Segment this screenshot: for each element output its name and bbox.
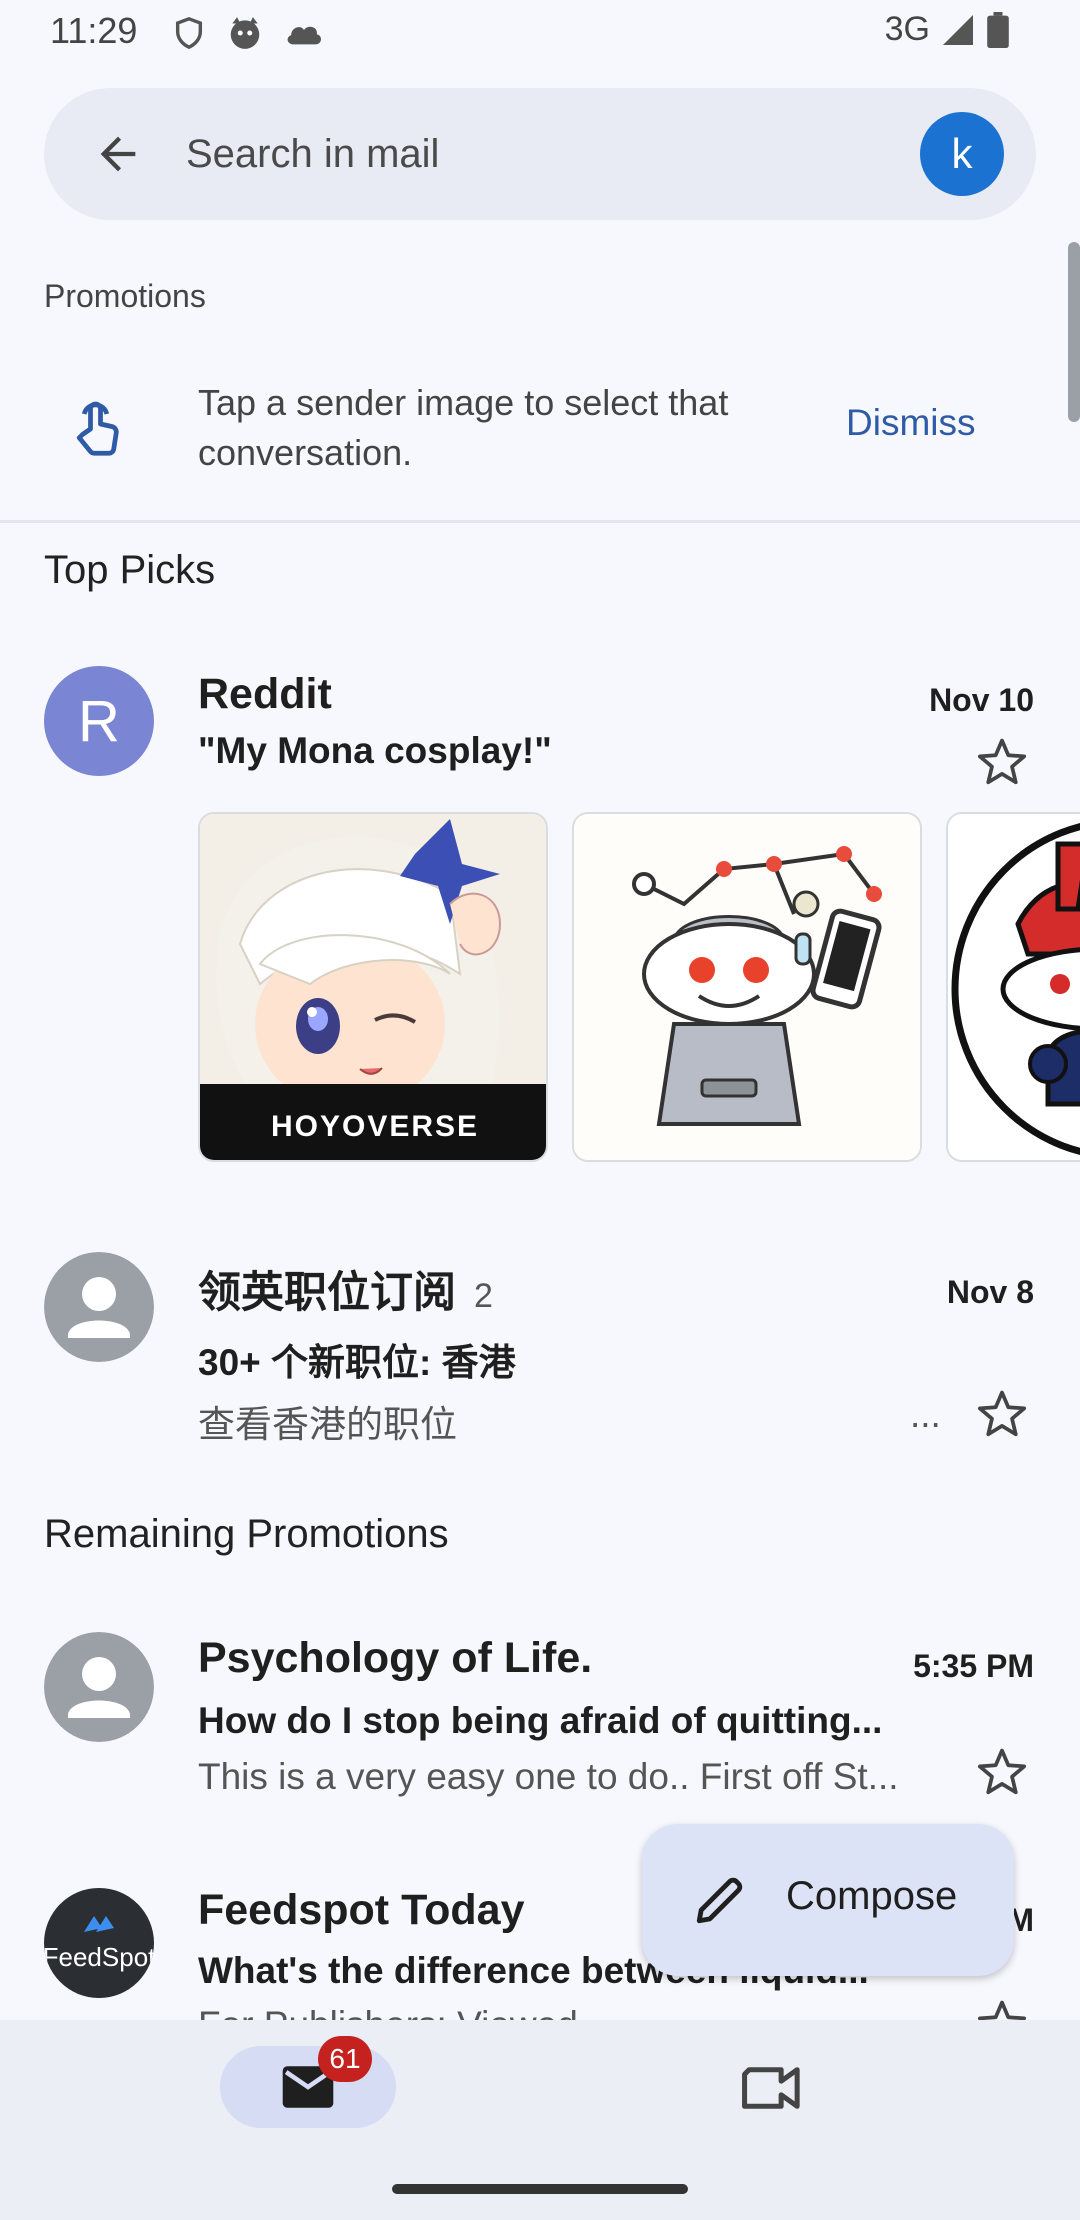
attachment-thumbnail-reddit-mascot[interactable] xyxy=(946,812,1080,1162)
sender-name: Reddit xyxy=(198,670,332,718)
back-button[interactable] xyxy=(88,124,148,184)
email-row-job-alert[interactable]: 领英职位订阅 2 Nov 8 30+ 个新职位: 香港 查看香港的职位 ... xyxy=(0,1244,1080,1445)
compose-label: Compose xyxy=(786,1874,958,1918)
status-time: 11:29 xyxy=(50,10,138,51)
star-icon[interactable] xyxy=(974,1386,1030,1442)
sender-name: 领英职位订阅 2 xyxy=(198,1258,493,1320)
battery-icon xyxy=(987,11,1009,48)
search-input[interactable] xyxy=(186,124,886,184)
email-date: Nov 8 xyxy=(946,1274,1034,1310)
tip-text: Tap a sender image to select that conver… xyxy=(198,382,729,473)
remaining-promotions-heading: Remaining Promotions xyxy=(44,1512,449,1556)
default-avatar-icon[interactable] xyxy=(44,1252,154,1362)
top-picks-heading: Top Picks xyxy=(44,548,216,592)
pencil-icon xyxy=(696,1877,743,1924)
star-icon[interactable] xyxy=(974,1996,1030,2020)
reddit-mascot-image xyxy=(948,814,1080,1160)
video-camera-icon[interactable] xyxy=(740,2060,804,2116)
network-type: 3G xyxy=(884,10,930,48)
thread-count: 2 xyxy=(474,1277,493,1315)
email-subject: 30+ 个新职位: 香港 xyxy=(198,1342,516,1383)
email-date: 5:35 PM xyxy=(913,1648,1034,1684)
status-notification-icons xyxy=(172,14,324,52)
sender-image-tip: Tap a sender image to select that conver… xyxy=(0,366,1080,522)
email-snippet: This is a very easy one to do.. First of… xyxy=(198,1756,899,1797)
bottom-navigation: 61 xyxy=(0,2020,1080,2220)
feedspot-logo-icon: FeedSpot xyxy=(44,1916,154,1972)
arrow-back-icon xyxy=(100,136,136,172)
cat-face-icon xyxy=(230,17,260,49)
unread-count-badge: 61 xyxy=(318,2036,372,2082)
status-bar: 11:29 3G xyxy=(0,0,1080,66)
star-icon[interactable] xyxy=(974,1744,1030,1800)
tap-gesture-icon xyxy=(76,401,119,456)
email-date: Nov 10 xyxy=(929,682,1034,718)
sender-name: Feedspot Today xyxy=(198,1886,525,1934)
feedspot-avatar[interactable]: FeedSpot xyxy=(44,1888,154,1998)
default-avatar-icon[interactable] xyxy=(44,1632,154,1742)
email-snippet: For Publishers: Viewed... xyxy=(198,2004,940,2020)
email-snippet: 查看香港的职位 xyxy=(198,1404,457,1445)
sender-name: Psychology of Life. xyxy=(198,1634,593,1682)
signal-icon xyxy=(943,14,973,45)
mailbox-label: Promotions xyxy=(44,278,206,314)
anime-character-image: HOYOVERSE xyxy=(200,814,546,1160)
sender-name-text: 领英职位订阅 xyxy=(198,1269,456,1317)
email-subject: "My Mona cosplay!" xyxy=(198,730,552,771)
account-avatar[interactable]: k xyxy=(920,112,1004,196)
star-icon[interactable] xyxy=(974,734,1030,790)
dismiss-button[interactable]: Dismiss xyxy=(846,402,975,444)
email-row-psychology-of-life[interactable]: Psychology of Life. 5:35 PM How do I sto… xyxy=(0,1628,1080,1808)
divider xyxy=(0,520,1080,523)
email-subject: How do I stop being afraid of quitting..… xyxy=(198,1700,883,1741)
snippet-ellipsis: ... xyxy=(910,1394,941,1435)
hoyoverse-logo-text: HOYOVERSE xyxy=(271,1110,479,1143)
compose-button[interactable]: Compose xyxy=(642,1824,1014,1976)
cloud-icon xyxy=(287,26,321,45)
shield-icon xyxy=(175,17,203,50)
feedspot-logo-text: FeedSpot xyxy=(44,1942,154,1972)
home-indicator[interactable] xyxy=(392,2184,688,2194)
search-bar[interactable]: k xyxy=(44,88,1036,220)
attachment-thumbnail-reddit-detective[interactable] xyxy=(572,812,922,1162)
reddit-detective-mascot-image xyxy=(574,814,920,1160)
gmail-promotions-screen: 11:29 3G k Promotions Tap a sender image… xyxy=(0,0,1080,2220)
attachment-thumbnail-anime[interactable]: HOYOVERSE xyxy=(198,812,548,1162)
sender-avatar[interactable]: R xyxy=(44,666,154,776)
status-system-icons: 3G xyxy=(885,10,1010,49)
